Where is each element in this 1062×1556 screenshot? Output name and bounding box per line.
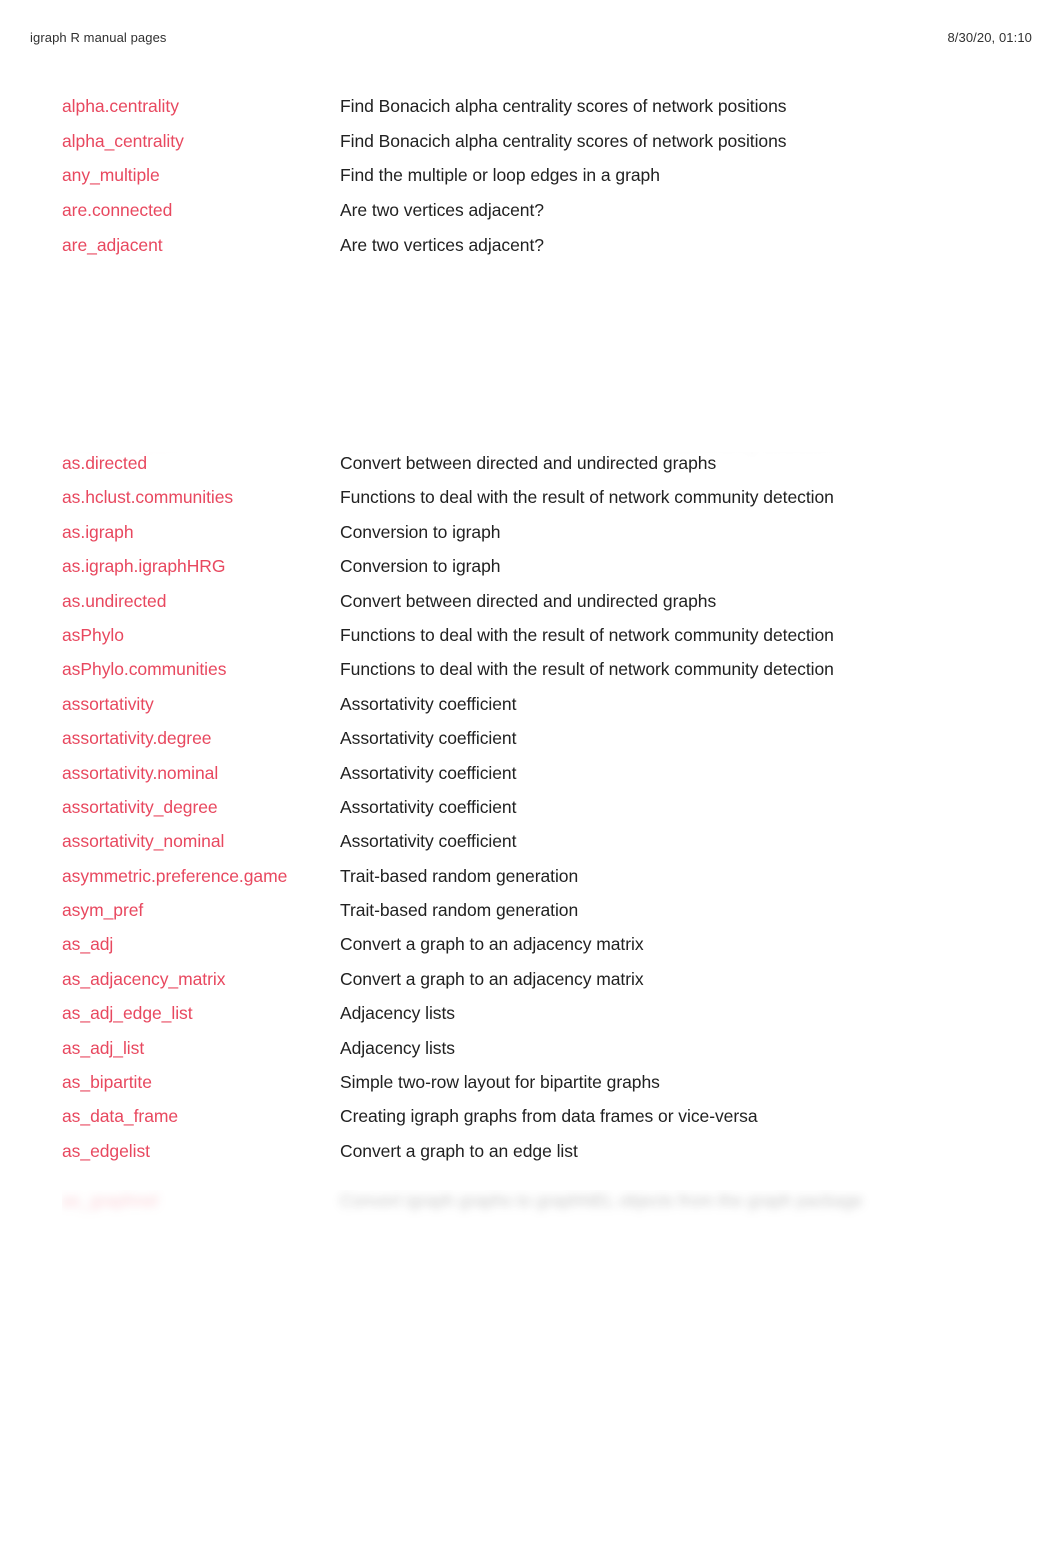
index-block-1: alpha.centrality Find Bonacich alpha cent… — [62, 95, 1022, 268]
index-row: as.hclust.communities Functions to deal w… — [62, 486, 1022, 520]
function-description: Find the multiple or loop edges in a gra… — [340, 165, 660, 186]
index-row: assortativity.degree Assortativity coeffi… — [62, 727, 1022, 761]
function-link[interactable]: as_bipartite — [62, 1071, 340, 1093]
clipped-row-bottom: as_graphnel Convert igraph graphs to gra… — [62, 1190, 1042, 1230]
function-description: Conversion to igraph — [340, 556, 501, 577]
function-link[interactable]: asPhylo.communities — [62, 658, 340, 680]
function-description: Assortativity coefficient — [340, 762, 517, 783]
function-link[interactable]: any_multiple — [62, 164, 340, 186]
function-link[interactable]: are_adjacent — [62, 234, 340, 256]
function-description: Simple two-row layout for bipartite grap… — [340, 1072, 660, 1093]
function-description: Convert a graph to an adjacency matrix — [340, 968, 644, 989]
function-description: Are two vertices adjacent? — [340, 234, 544, 255]
clipped-row-bottom-desc: Convert igraph graphs to graphNEL object… — [340, 1191, 863, 1211]
function-description: Conversion to igraph — [340, 521, 501, 542]
function-description: Assortativity coefficient — [340, 796, 517, 817]
function-link[interactable]: alpha.centrality — [62, 95, 340, 117]
index-row: assortativity_nominal Assortativity coeff… — [62, 830, 1022, 864]
function-description: Convert a graph to an adjacency matrix — [340, 934, 644, 955]
index-row: alpha.centrality Find Bonacich alpha cent… — [62, 95, 1022, 130]
index-row: as_adj_edge_list Adjacency lists — [62, 1002, 1022, 1036]
function-description: Convert a graph to an edge list — [340, 1140, 578, 1161]
function-link[interactable]: assortativity_nominal — [62, 830, 340, 852]
function-description: Trait-based random generation — [340, 900, 579, 921]
function-link[interactable]: as_adj_edge_list — [62, 1002, 340, 1024]
function-link[interactable]: assortativity — [62, 693, 340, 715]
index-row: as_adj Convert a graph to an adjacency ma… — [62, 933, 1022, 967]
function-description: Functions to deal with the result of net… — [340, 659, 834, 680]
function-link[interactable]: as_data_frame — [62, 1105, 340, 1127]
function-description: Adjacency lists — [340, 1003, 455, 1024]
function-link[interactable]: asym_pref — [62, 899, 340, 921]
function-description: Adjacency lists — [340, 1037, 455, 1058]
function-link[interactable]: alpha_centrality — [62, 130, 340, 152]
index-row: as.igraph Conversion to igraph — [62, 521, 1022, 555]
function-link[interactable]: assortativity.degree — [62, 727, 340, 749]
index-row: asym_pref Trait-based random generation — [62, 899, 1022, 933]
index-row: are_adjacent Are two vertices adjacent? — [62, 234, 1022, 269]
index-block-2: as.directed Convert between directed and … — [62, 452, 1022, 1174]
index-row: as_edgelist Convert a graph to an edge li… — [62, 1140, 1022, 1174]
index-row: as_data_frame Creating igraph graphs from… — [62, 1105, 1022, 1139]
index-row: assortativity_degree Assortativity coeffi… — [62, 796, 1022, 830]
index-row: alpha_centrality Find Bonacich alpha cent… — [62, 130, 1022, 165]
function-description: Creating igraph graphs from data frames … — [340, 1106, 758, 1127]
function-link[interactable]: asPhylo — [62, 624, 340, 646]
function-description: Assortativity coefficient — [340, 728, 517, 749]
index-row: as_adj_list Adjacency lists — [62, 1037, 1022, 1071]
function-link[interactable]: as.undirected — [62, 590, 340, 612]
index-row: as_bipartite Simple two-row layout for bi… — [62, 1071, 1022, 1105]
function-description: Functions to deal with the result of net… — [340, 624, 834, 645]
index-row: asPhylo.communities Functions to deal wit… — [62, 658, 1022, 692]
index-row: as.undirected Convert between directed an… — [62, 590, 1022, 624]
function-description: Trait-based random generation — [340, 865, 579, 886]
function-link[interactable]: as_adjacency_matrix — [62, 968, 340, 990]
function-description: Convert between directed and undirected … — [340, 453, 717, 473]
index-row: assortativity Assortativity coefficient — [62, 693, 1022, 727]
function-link[interactable]: as_adj_list — [62, 1037, 340, 1059]
index-row: asymmetric.preference.game Trait-based ra… — [62, 865, 1022, 899]
function-description: Assortativity coefficient — [340, 831, 517, 852]
function-description: Find Bonacich alpha centrality scores of… — [340, 130, 787, 151]
function-link[interactable]: as_edgelist — [62, 1140, 340, 1162]
index-row: as_adjacency_matrix Convert a graph to an… — [62, 968, 1022, 1002]
function-description: Functions to deal with the result of net… — [340, 487, 834, 508]
function-link[interactable]: as.igraph — [62, 521, 340, 543]
index-row: any_multiple Find the multiple or loop ed… — [62, 164, 1022, 199]
function-link[interactable]: asymmetric.preference.game — [62, 865, 340, 887]
index-row: are.connected Are two vertices adjacent? — [62, 199, 1022, 234]
index-row: as.igraph.igraphHRG Conversion to igraph — [62, 555, 1022, 589]
function-link[interactable]: assortativity_degree — [62, 796, 340, 818]
function-description: Find Bonacich alpha centrality scores of… — [340, 96, 787, 116]
manual-index-content: alpha.centrality Find Bonacich alpha cent… — [0, 0, 1062, 1556]
function-link[interactable]: assortativity.nominal — [62, 762, 340, 784]
clipped-row-bottom-name: as_graphnel — [62, 1191, 158, 1211]
function-link[interactable]: as_adj — [62, 933, 340, 955]
function-link[interactable]: as.hclust.communities — [62, 486, 340, 508]
function-description: Assortativity coefficient — [340, 693, 517, 714]
function-link[interactable]: are.connected — [62, 199, 340, 221]
function-description: Are two vertices adjacent? — [340, 200, 544, 221]
index-row: as.directed Convert between directed and … — [62, 452, 1022, 486]
function-description: Convert between directed and undirected … — [340, 590, 717, 611]
function-link[interactable]: as.igraph.igraphHRG — [62, 555, 340, 577]
function-link[interactable]: as.directed — [62, 452, 340, 474]
index-row: assortativity.nominal Assortativity coeff… — [62, 762, 1022, 796]
index-row: asPhylo Functions to deal with the result… — [62, 624, 1022, 658]
